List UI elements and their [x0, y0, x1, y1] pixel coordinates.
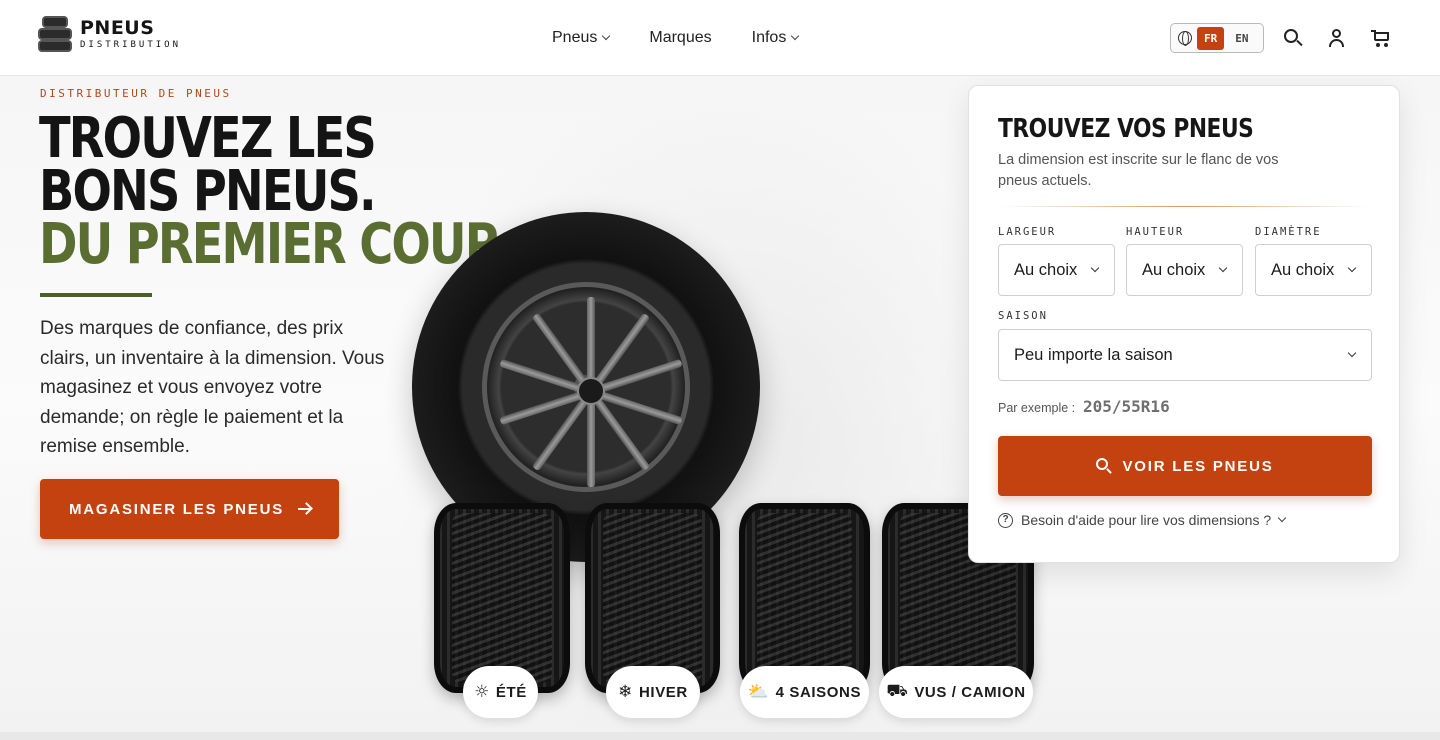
- select-value: Au choix: [1271, 260, 1335, 279]
- chevron-down-icon: [602, 31, 611, 41]
- arrow-right-icon: [298, 508, 311, 510]
- headline-line-accent: DU PREMIER COUP.: [39, 212, 505, 277]
- help-label: Besoin d'aide pour lire vos dimensions ?: [1021, 512, 1272, 528]
- saison-select[interactable]: Peu importe la saison: [998, 329, 1372, 381]
- search-icon[interactable]: [1283, 28, 1303, 48]
- brand-logo[interactable]: PNEUS DISTRIBUTION: [38, 14, 181, 54]
- main-nav: Pneus Marques Infos: [552, 29, 800, 47]
- sun-cloud-icon: ⛅: [747, 682, 770, 702]
- hauteur-select[interactable]: Au choix: [1126, 244, 1243, 296]
- chevron-down-icon: [1347, 263, 1357, 273]
- headline-line: TROUVEZ LES: [39, 106, 377, 171]
- category-summer[interactable]: ☼ ÉTÉ: [463, 666, 538, 718]
- category-label: HIVER: [639, 683, 688, 701]
- globe-icon: [1178, 31, 1192, 46]
- view-tires-button[interactable]: VOIR LES PNEUS: [998, 436, 1372, 496]
- saison-label: SAISON: [998, 310, 1048, 322]
- largeur-label: LARGEUR: [998, 226, 1057, 238]
- hub-cap: [577, 377, 605, 405]
- headline-rule: [40, 293, 152, 297]
- cta-label: MAGASINER LES PNEUS: [68, 500, 285, 518]
- truck-icon: ⛟: [886, 681, 909, 701]
- nav-item-pneus[interactable]: Pneus: [552, 29, 611, 47]
- cart-icon[interactable]: [1371, 28, 1391, 48]
- category-label: ÉTÉ: [495, 683, 527, 701]
- dimension-help-toggle[interactable]: ? Besoin d'aide pour lire vos dimensions…: [998, 512, 1287, 528]
- snowflake-icon: ❄: [618, 682, 633, 702]
- chevron-down-icon: [1090, 263, 1100, 273]
- button-label: VOIR LES PNEUS: [1122, 457, 1274, 475]
- finder-title: TROUVEZ VOS PNEUS: [998, 114, 1254, 144]
- category-suv-truck[interactable]: ⛟ VUS / CAMION: [879, 666, 1033, 718]
- hauteur-label: HAUTEUR: [1126, 226, 1185, 238]
- brand-title: PNEUS: [80, 16, 155, 39]
- chevron-down-icon: [1218, 263, 1228, 273]
- chevron-down-icon: [1277, 513, 1287, 523]
- finder-subtitle: La dimension est inscrite sur le flanc d…: [998, 152, 1279, 189]
- help-icon: ?: [998, 512, 1013, 528]
- diametre-label: DIAMÈTRE: [1255, 226, 1322, 238]
- largeur-select[interactable]: Au choix: [998, 244, 1115, 296]
- example-label: Par exemple :: [998, 401, 1076, 415]
- hero-headline: TROUVEZ LES BONS PNEUS. DU PREMIER COUP.: [39, 106, 505, 277]
- hero-eyebrow: DISTRIBUTEUR DE PNEUS: [40, 87, 232, 100]
- winter-tire-image: [585, 503, 720, 693]
- category-winter[interactable]: ❄ HIVER: [606, 666, 700, 718]
- allseason-tire-image: [739, 503, 870, 693]
- diametre-select[interactable]: Au choix: [1255, 244, 1372, 296]
- nav-item-label: Infos: [751, 29, 787, 46]
- sun-icon: ☼: [474, 682, 490, 702]
- search-icon: [1096, 458, 1113, 474]
- summer-tire-image: [434, 503, 570, 693]
- example-value: 205/55R16: [1083, 397, 1170, 416]
- category-label: 4 SAISONS: [775, 683, 862, 701]
- hero-lead: Des marques de confiance, des prix clair…: [40, 318, 385, 457]
- shop-tires-button[interactable]: MAGASINER LES PNEUS: [40, 479, 339, 539]
- user-icon[interactable]: [1327, 28, 1347, 48]
- language-switcher: FR EN: [1170, 23, 1264, 53]
- rim-image: [482, 282, 690, 492]
- headline-line: BONS PNEUS.: [39, 159, 377, 224]
- category-label: VUS / CAMION: [914, 683, 1026, 701]
- select-value: Au choix: [1142, 260, 1206, 279]
- chevron-down-icon: [1347, 348, 1357, 358]
- nav-item-marques[interactable]: Marques: [649, 29, 711, 47]
- category-all-season[interactable]: ⛅ 4 SAISONS: [740, 666, 869, 718]
- brand-subtitle: DISTRIBUTION: [80, 39, 182, 50]
- tire-stack-icon: [38, 14, 72, 54]
- tire-finder-panel: TROUVEZ VOS PNEUS La dimension est inscr…: [968, 85, 1400, 563]
- nav-item-infos[interactable]: Infos: [751, 29, 800, 47]
- section-divider: [0, 732, 1440, 740]
- lang-en-button[interactable]: EN: [1229, 27, 1254, 50]
- site-header: PNEUS DISTRIBUTION Pneus Marques Infos F…: [0, 0, 1440, 76]
- nav-item-label: Pneus: [552, 29, 598, 46]
- lang-fr-button[interactable]: FR: [1197, 26, 1225, 50]
- nav-item-label: Marques: [649, 29, 712, 46]
- select-value: Au choix: [1014, 260, 1078, 279]
- select-value: Peu importe la saison: [1014, 345, 1173, 364]
- finder-divider: [998, 206, 1370, 207]
- chevron-down-icon: [791, 31, 800, 41]
